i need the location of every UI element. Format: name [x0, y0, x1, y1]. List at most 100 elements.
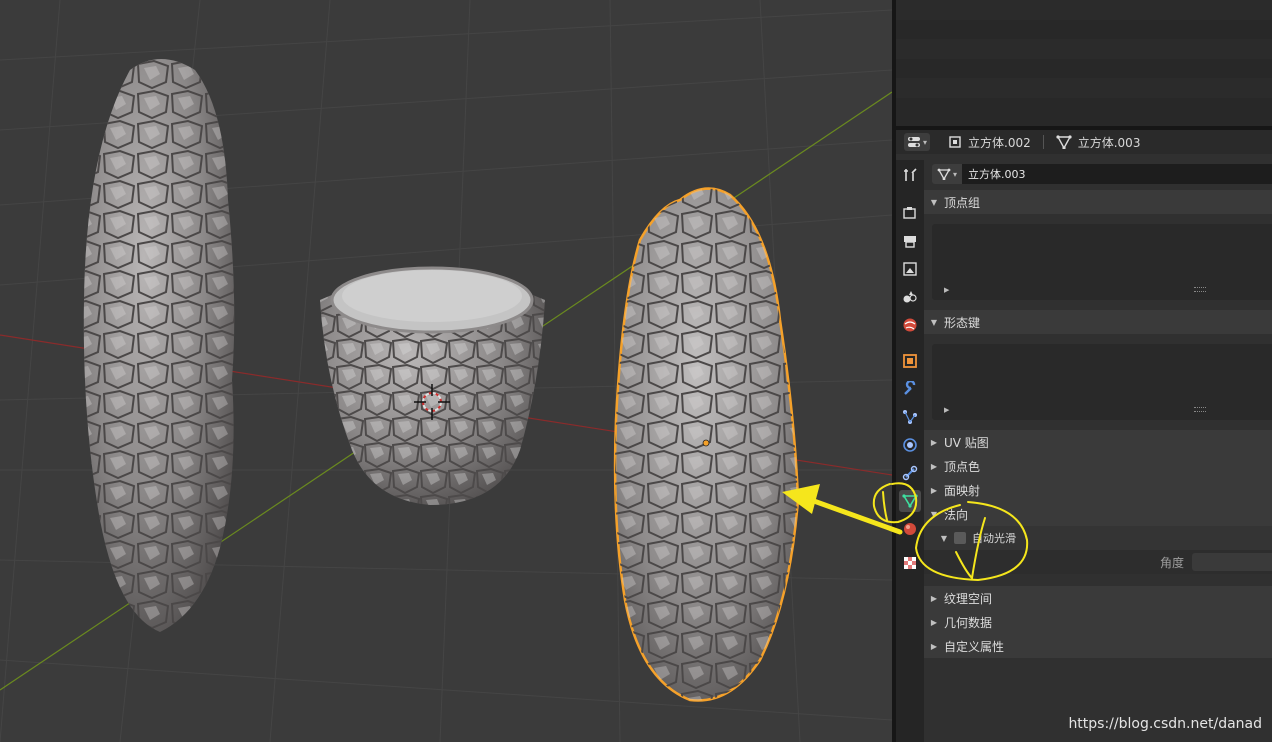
editor-type-button[interactable]: ▾ — [904, 133, 930, 151]
mesh-data-icon — [902, 494, 918, 508]
mesh-data-panel: ▾ 立方体.003 ▼ 顶点组 ▶ ▼ 形态键 ▶ ▶ UV 贴图 ▶ 顶点色 … — [924, 160, 1272, 742]
tab-tool[interactable] — [899, 164, 921, 186]
tool-icon — [904, 168, 917, 181]
tab-object[interactable] — [899, 350, 921, 372]
constraints-icon — [902, 465, 918, 481]
breadcrumb-separator — [1042, 135, 1044, 149]
texture-icon — [904, 557, 916, 569]
tab-modifiers[interactable] — [899, 378, 921, 400]
object-origin-icon — [702, 439, 710, 447]
stone-cup-middle — [320, 266, 545, 505]
section-texture-space[interactable]: ▶ 纹理空间 — [924, 586, 1272, 610]
list-options-icon[interactable]: ▶ — [944, 286, 949, 294]
properties-header: ▾ 立方体.002 立方体.003 — [896, 130, 1272, 154]
outliner-row — [896, 97, 1272, 117]
mesh-browse-button[interactable]: ▾ — [932, 164, 962, 184]
properties-editor: ▾ 立方体.002 立方体.003 ▾ 立方体.003 ▼ 顶点组 ▶ ▼ 形态… — [896, 130, 1272, 742]
angle-field[interactable] — [1192, 553, 1272, 571]
tab-material[interactable] — [899, 518, 921, 540]
tab-scene[interactable] — [899, 286, 921, 308]
expand-triangle-icon: ▶ — [930, 641, 938, 651]
mesh-datablock-selector: ▾ 立方体.003 — [932, 164, 1272, 184]
physics-icon — [903, 438, 917, 452]
section-face-maps[interactable]: ▶ 面映射 — [924, 478, 1272, 502]
expand-triangle-icon: ▶ — [930, 461, 938, 471]
expand-triangle-icon: ▶ — [930, 593, 938, 603]
expand-triangle-icon: ▶ — [930, 485, 938, 495]
vertex-groups-list[interactable]: ▶ — [932, 224, 1272, 300]
outliner-row — [896, 0, 1272, 20]
tab-world[interactable] — [899, 314, 921, 336]
tab-output[interactable] — [899, 230, 921, 252]
section-custom-properties[interactable]: ▶ 自定义属性 — [924, 634, 1272, 658]
outliner[interactable] — [896, 0, 1272, 126]
section-label: 形态键 — [944, 315, 981, 330]
shape-keys-list[interactable]: ▶ — [932, 344, 1272, 420]
angle-label: 角度 — [1159, 555, 1184, 570]
tab-particles[interactable] — [899, 406, 921, 428]
object-icon — [949, 136, 961, 148]
chevron-down-icon: ▾ — [952, 169, 957, 179]
section-label: 纹理空间 — [944, 591, 993, 606]
mesh-data-icon — [1056, 135, 1072, 149]
mesh-name-field[interactable]: 立方体.003 — [962, 164, 1272, 184]
particles-icon — [903, 410, 917, 424]
section-vertex-colors[interactable]: ▶ 顶点色 — [924, 454, 1272, 478]
outliner-row — [896, 19, 1272, 39]
rock-pillar-right-selected — [613, 187, 800, 702]
section-label: UV 贴图 — [944, 435, 989, 450]
resize-grip-icon[interactable] — [1194, 407, 1206, 412]
tab-texture[interactable] — [899, 552, 921, 574]
tab-physics[interactable] — [899, 434, 921, 456]
section-label: 顶点组 — [944, 195, 981, 210]
expand-triangle-icon: ▼ — [930, 317, 938, 327]
object-icon — [903, 354, 917, 368]
breadcrumb-object[interactable]: 立方体.002 — [942, 132, 1037, 152]
resize-grip-icon[interactable] — [1194, 287, 1206, 292]
section-normals[interactable]: ▼ 法向 — [924, 502, 1272, 526]
angle-row: 角度 — [924, 550, 1272, 574]
tab-view-layer[interactable] — [899, 258, 921, 280]
section-label: 顶点色 — [944, 459, 981, 474]
expand-triangle-icon: ▼ — [940, 533, 948, 543]
outliner-row — [896, 78, 1272, 98]
mesh-data-icon — [937, 168, 951, 180]
modifier-icon — [904, 381, 916, 395]
auto-smooth-label: 自动光滑 — [972, 532, 1016, 545]
section-geometry-data[interactable]: ▶ 几何数据 — [924, 610, 1272, 634]
rock-pillar-left — [83, 59, 235, 632]
section-shape-keys[interactable]: ▼ 形态键 — [924, 310, 1272, 334]
section-label: 法向 — [944, 507, 969, 522]
auto-smooth-checkbox[interactable] — [954, 532, 966, 544]
expand-triangle-icon: ▶ — [930, 617, 938, 627]
list-options-icon[interactable]: ▶ — [944, 406, 949, 414]
properties-tabs — [896, 160, 924, 742]
tab-render[interactable] — [899, 202, 921, 224]
outliner-row — [896, 39, 1272, 59]
outliner-row — [896, 58, 1272, 78]
scene-icon — [903, 291, 917, 303]
expand-triangle-icon: ▶ — [930, 437, 938, 447]
section-vertex-groups[interactable]: ▼ 顶点组 — [924, 190, 1272, 214]
material-icon — [904, 523, 916, 535]
watermark-text: https://blog.csdn.net/danad — [1068, 716, 1262, 732]
breadcrumb-object-label: 立方体.002 — [968, 135, 1031, 150]
3d-viewport[interactable] — [0, 0, 892, 742]
section-label: 面映射 — [944, 483, 981, 498]
properties-icon — [907, 137, 920, 147]
chevron-down-icon: ▾ — [922, 137, 927, 147]
expand-triangle-icon: ▼ — [930, 509, 938, 519]
section-uv-maps[interactable]: ▶ UV 贴图 — [924, 430, 1272, 454]
render-icon — [903, 207, 916, 219]
viewport-scene — [0, 0, 892, 742]
view-layer-icon — [903, 262, 917, 276]
section-label: 自定义属性 — [944, 639, 1005, 654]
tab-constraints[interactable] — [899, 462, 921, 484]
world-icon — [903, 318, 917, 332]
tab-mesh-data[interactable] — [899, 490, 921, 512]
section-label: 几何数据 — [944, 615, 993, 630]
expand-triangle-icon: ▼ — [930, 197, 938, 207]
auto-smooth-row: ▼ 自动光滑 — [924, 526, 1272, 550]
breadcrumb-mesh[interactable]: 立方体.003 — [1050, 132, 1147, 152]
breadcrumb-mesh-label: 立方体.003 — [1077, 135, 1141, 150]
